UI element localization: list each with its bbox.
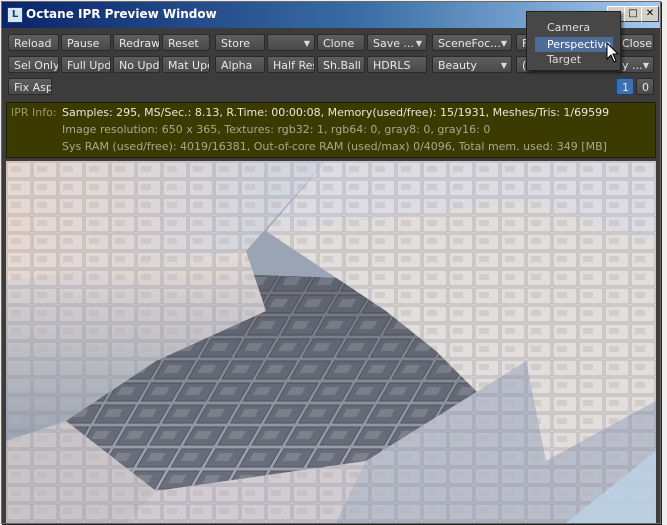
- close-button[interactable]: Close: [616, 34, 654, 51]
- save-dropdown[interactable]: Save ...: [367, 34, 427, 51]
- page-0-button[interactable]: 0: [636, 78, 654, 95]
- ipr-info-label: IPR Info:: [11, 106, 57, 119]
- camera-menu-item[interactable]: Camera: [535, 20, 613, 35]
- store-slot-dropdown[interactable]: [267, 34, 315, 51]
- camera-dropdown[interactable]: y ...: [616, 56, 654, 73]
- pause-button[interactable]: Pause: [61, 34, 111, 51]
- shader-ball-button[interactable]: Sh.Ball: [317, 56, 365, 73]
- clone-button[interactable]: Clone: [317, 34, 365, 51]
- half-res-button[interactable]: Half Res: [267, 56, 315, 73]
- sel-only-button[interactable]: Sel Only: [8, 56, 59, 73]
- ipr-preview-window: L Octane IPR Preview Window _ □ ✕ Reload…: [1, 1, 661, 524]
- no-update-button[interactable]: No Upd.: [113, 56, 160, 73]
- ipr-info-resolution: Image resolution: 650 x 365, Textures: r…: [62, 123, 491, 136]
- maximize-button[interactable]: □: [624, 6, 642, 22]
- scene-focus-dropdown[interactable]: SceneFoc...: [432, 34, 512, 51]
- render-image: [6, 161, 656, 523]
- full-update-button[interactable]: Full Upd.: [61, 56, 111, 73]
- perspective-menu-item[interactable]: Perspective: [535, 37, 613, 52]
- hdrls-button[interactable]: HDRLS: [367, 56, 427, 73]
- page-1-button[interactable]: 1: [616, 78, 634, 95]
- window-title: Octane IPR Preview Window: [26, 7, 217, 21]
- ipr-info-stats: Samples: 295, MS/Sec.: 8.13, R.Time: 00:…: [62, 106, 610, 119]
- close-window-button[interactable]: ✕: [641, 6, 659, 22]
- app-icon: L: [7, 7, 23, 23]
- render-pass-dropdown[interactable]: Beauty: [432, 56, 512, 73]
- fix-aspect-button[interactable]: Fix Asp.: [8, 78, 52, 95]
- store-button[interactable]: Store: [215, 34, 265, 51]
- redraw-button[interactable]: Redraw: [113, 34, 160, 51]
- mouse-pointer-icon: [606, 41, 620, 67]
- target-menu-item[interactable]: Target: [535, 52, 613, 67]
- alpha-button[interactable]: Alpha: [215, 56, 265, 73]
- material-update-button[interactable]: Mat Upd: [162, 56, 210, 73]
- ipr-info-memory: Sys RAM (used/free): 4019/16381, Out-of-…: [62, 140, 607, 153]
- ipr-info-panel: IPR Info: Samples: 295, MS/Sec.: 8.13, R…: [6, 102, 656, 158]
- reload-button[interactable]: Reload: [8, 34, 59, 51]
- reset-button[interactable]: Reset: [162, 34, 210, 51]
- render-viewport[interactable]: [6, 161, 656, 523]
